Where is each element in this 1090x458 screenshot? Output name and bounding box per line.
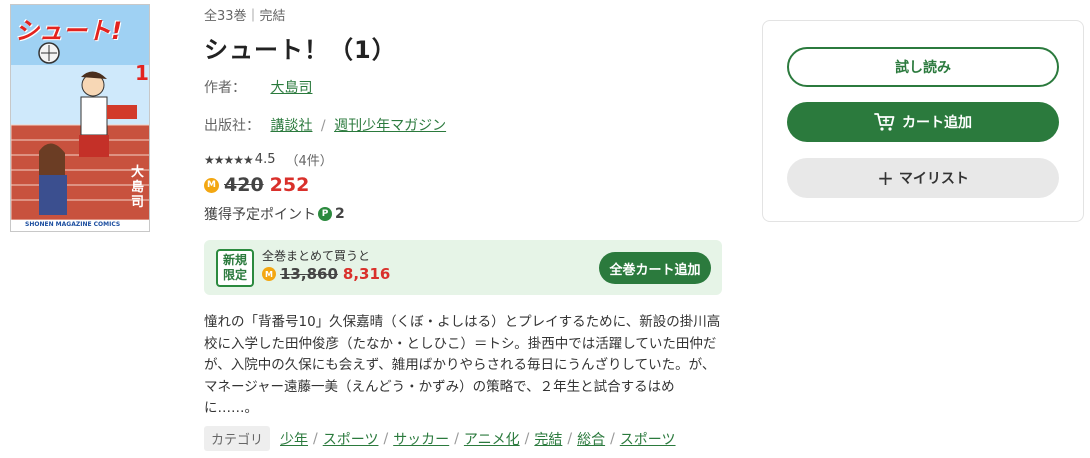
add-all-volumes-to-cart-button[interactable]: 全巻カート追加 <box>599 252 711 284</box>
new-limited-badge: 新規 限定 <box>216 249 254 287</box>
category-link[interactable]: 総合 <box>577 429 605 449</box>
category-separator: / <box>524 430 530 447</box>
publisher-link[interactable]: 講談社 <box>270 118 312 134</box>
add-to-mylist-button[interactable]: + マイリスト <box>787 158 1059 198</box>
bulk-sale-price: 8,316 <box>342 265 391 283</box>
cover-title: シュート! <box>15 17 122 45</box>
cart-icon <box>874 113 895 131</box>
points-row: 獲得予定ポイント P 2 <box>204 204 345 224</box>
publisher-separator: / <box>320 118 326 134</box>
category-separator: / <box>567 430 573 447</box>
sample-read-button[interactable]: 試し読み <box>787 47 1059 87</box>
rating-row: ★★★★★ 4.5 （4件） <box>204 150 333 169</box>
sample-read-label: 試し読み <box>895 60 951 76</box>
cover-author: 大島司 <box>131 165 145 210</box>
purchase-panel: 試し読み カート追加 + マイリスト <box>762 20 1084 222</box>
coin-icon: M <box>204 177 219 193</box>
coin-icon: M <box>262 267 276 281</box>
add-to-cart-button[interactable]: カート追加 <box>787 102 1059 142</box>
plus-icon: + <box>877 166 894 190</box>
category-link[interactable]: サッカー <box>393 429 449 449</box>
product-title: シュート！（1） <box>204 36 397 64</box>
category-link[interactable]: 完結 <box>534 429 562 449</box>
sale-price: 252 <box>269 174 310 196</box>
bulk-original-price: 13,860 <box>280 265 338 283</box>
book-cover[interactable]: シュート! 1 大島司 SHONEN MAGAZINE COMICS <box>10 4 150 232</box>
cover-volume-number: 1 <box>135 61 149 85</box>
original-price: 420 <box>224 174 264 196</box>
category-separator: / <box>383 430 389 447</box>
mylist-label: マイリスト <box>898 171 969 187</box>
author-row: 作者： 大島司 <box>204 77 312 97</box>
star-rating-icon: ★★★★★ <box>204 152 254 167</box>
author-link[interactable]: 大島司 <box>270 80 312 96</box>
category-link[interactable]: スポーツ <box>620 429 676 449</box>
volume-info: 全33巻｜完結 <box>204 9 286 24</box>
review-count-link[interactable]: （4件） <box>285 150 332 169</box>
category-link[interactable]: アニメ化 <box>464 429 520 449</box>
cover-imprint: SHONEN MAGAZINE COMICS <box>25 221 121 228</box>
publisher-row: 出版社： 講談社 / 週刊少年マガジン <box>204 115 446 135</box>
category-label: カテゴリ <box>204 426 271 451</box>
category-link[interactable]: 少年 <box>280 429 308 449</box>
category-separator: / <box>313 430 318 447</box>
magazine-link[interactable]: 週刊少年マガジン <box>334 118 446 134</box>
category-separator: / <box>454 430 459 447</box>
rating-value: 4.5 <box>254 152 276 167</box>
bulk-price-row: M 13,860 8,316 <box>262 265 390 283</box>
category-separator: / <box>610 430 615 447</box>
product-description: 憧れの「背番号10」久保嘉晴（くぼ・よしはる）とプレイするために、新設の掛川高校… <box>204 314 721 416</box>
points-label: 獲得予定ポイント <box>204 207 316 223</box>
publisher-label: 出版社： <box>204 118 260 134</box>
add-to-cart-label: カート追加 <box>902 115 972 131</box>
bulk-label: 全巻まとめて買うと <box>262 249 371 263</box>
price-row: M 420 252 <box>204 174 309 196</box>
points-value: 2 <box>335 206 345 222</box>
category-link[interactable]: スポーツ <box>323 429 379 449</box>
author-label: 作者： <box>204 80 246 96</box>
badge-line-1: 新規 <box>222 253 247 267</box>
category-list: カテゴリ 少年 / スポーツ / サッカー / アニメ化 / 完結 / 総合 /… <box>204 426 676 451</box>
bulk-purchase-banner: 新規 限定 全巻まとめて買うと M 13,860 8,316 全巻カート追加 <box>204 240 722 295</box>
points-icon: P <box>318 207 332 221</box>
badge-line-2: 限定 <box>222 268 247 282</box>
